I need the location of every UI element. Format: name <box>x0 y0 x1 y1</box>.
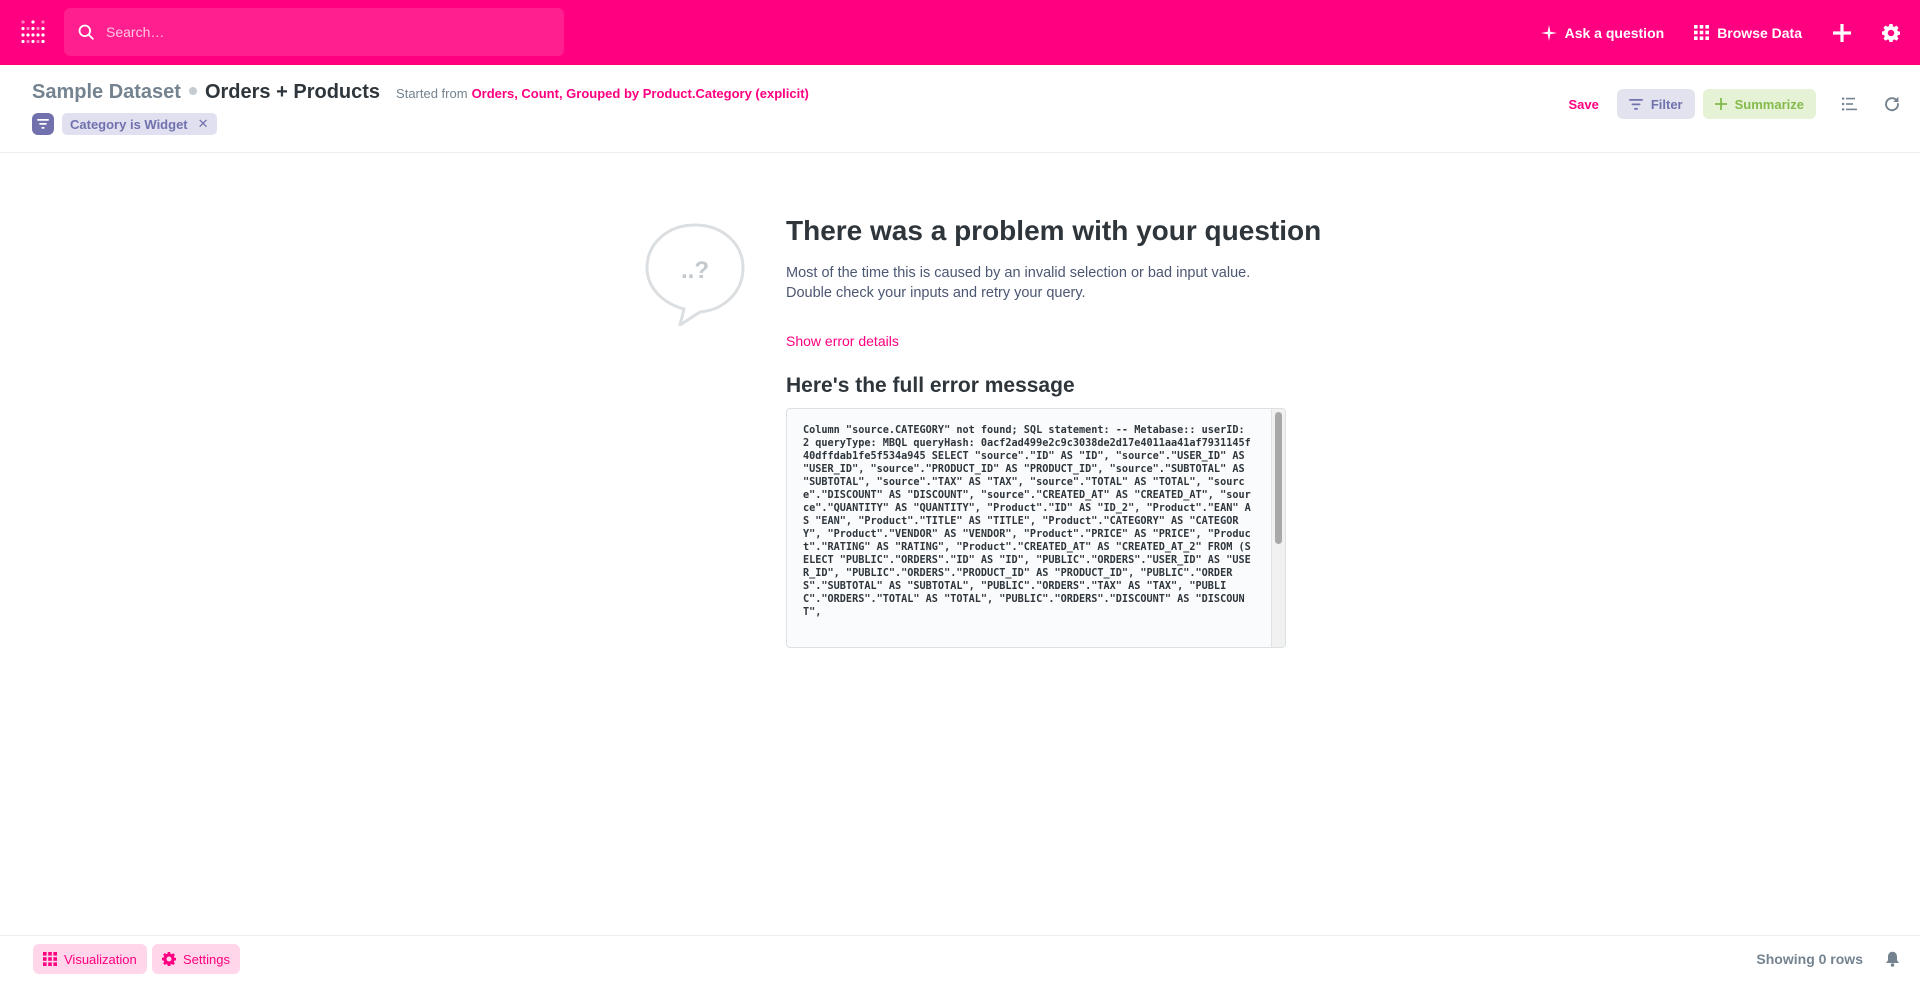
refresh-icon <box>1885 96 1899 112</box>
breadcrumb: Sample Dataset Orders + Products Started… <box>32 81 809 104</box>
started-from-link[interactable]: Orders, Count, Grouped by Product.Catego… <box>472 86 809 101</box>
speech-bubble-icon: ..? <box>645 223 745 329</box>
error-description: Most of the time this is caused by an in… <box>786 265 1251 301</box>
browse-data-label: Browse Data <box>1717 24 1802 41</box>
filter-button-label: Filter <box>1650 96 1683 112</box>
browse-data-button[interactable]: Browse Data <box>1694 25 1802 41</box>
filter-icon <box>1628 98 1643 110</box>
filter-pill[interactable]: Category is Widget ✕ <box>62 113 217 135</box>
remove-filter-icon[interactable]: ✕ <box>198 116 209 132</box>
error-message-box[interactable]: Column "source.CATEGORY" not found; SQL … <box>786 408 1286 648</box>
gear-icon <box>162 952 176 966</box>
ask-question-label: Ask a question <box>1564 24 1665 41</box>
top-navigation-bar: Ask a question Browse Data <box>0 0 1920 65</box>
alert-button[interactable] <box>1885 951 1900 967</box>
view-footer: Visualization Settings Showing 0 rows <box>0 935 1920 982</box>
bubble-text: ..? <box>681 257 709 284</box>
grid-icon <box>43 952 57 966</box>
error-message-scrollbar[interactable] <box>1271 409 1285 647</box>
new-button[interactable] <box>1832 23 1852 43</box>
error-speech-bubble: ..? <box>642 222 748 329</box>
error-title: There was a problem with your question <box>786 215 1322 246</box>
error-message-text: Column "source.CATEGORY" not found; SQL … <box>803 425 1251 618</box>
search-icon <box>78 24 94 40</box>
filter-icon <box>37 119 49 129</box>
row-count: Showing 0 rows <box>1756 951 1863 967</box>
summarize-button[interactable]: Summarize <box>1702 89 1816 119</box>
question-header: Sample Dataset Orders + Products Started… <box>0 65 1920 153</box>
notebook-view-button[interactable] <box>1842 97 1858 111</box>
search-input[interactable] <box>104 23 504 41</box>
refresh-button[interactable] <box>1884 96 1900 112</box>
header-actions: Save Filter Summarize <box>1568 89 1900 119</box>
summarize-button-label: Summarize <box>1734 96 1804 112</box>
plus-icon <box>1833 23 1851 42</box>
sparkle-icon <box>1540 24 1557 41</box>
started-from-label: Started from <box>396 86 468 101</box>
sparkle-icon <box>1714 98 1727 110</box>
table-crumb[interactable]: Orders + Products <box>205 81 380 104</box>
filter-toggle-button[interactable] <box>32 113 54 135</box>
grid-icon <box>1694 25 1710 40</box>
settings-menu-button[interactable] <box>1882 23 1900 42</box>
search-bar[interactable] <box>64 8 564 56</box>
notebook-icon <box>1842 97 1857 111</box>
metabase-logo-icon[interactable] <box>20 19 46 45</box>
settings-label: Settings <box>183 951 230 967</box>
settings-button[interactable]: Settings <box>152 944 240 974</box>
database-crumb[interactable]: Sample Dataset <box>32 81 181 104</box>
filter-button[interactable]: Filter <box>1616 89 1695 119</box>
full-error-title: Here's the full error message <box>786 374 1075 397</box>
filter-row: Category is Widget ✕ <box>32 113 217 135</box>
scrollbar-thumb[interactable] <box>1275 412 1282 544</box>
show-error-details-link[interactable]: Show error details <box>786 333 899 349</box>
visualization-label: Visualization <box>64 951 137 967</box>
gear-icon <box>1882 23 1900 42</box>
bell-icon <box>1886 951 1899 967</box>
nav-actions: Ask a question Browse Data <box>1540 0 1920 65</box>
visualization-button[interactable]: Visualization <box>33 944 147 974</box>
breadcrumb-separator <box>188 87 197 95</box>
ask-question-button[interactable]: Ask a question <box>1540 24 1665 41</box>
save-button[interactable]: Save <box>1568 97 1598 112</box>
filter-pill-label: Category is Widget <box>70 116 188 132</box>
